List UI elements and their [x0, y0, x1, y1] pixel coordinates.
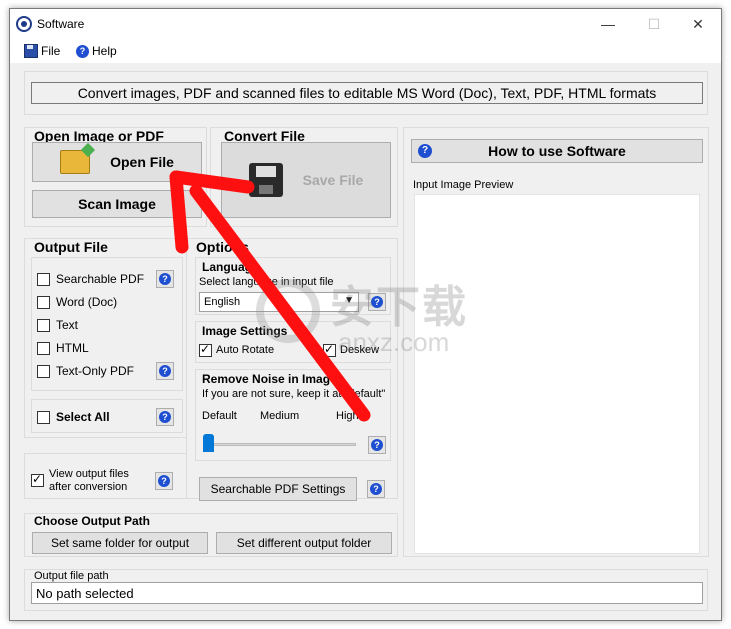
help-icon: ?	[158, 475, 170, 487]
html-checkbox[interactable]	[37, 342, 50, 355]
text-only-pdf-help-button[interactable]: ?	[156, 362, 174, 380]
save-file-button[interactable]: Save File	[221, 142, 391, 218]
help-icon: ?	[371, 439, 383, 451]
image-preview-area	[414, 194, 700, 554]
searchable-pdf-settings-button[interactable]: Searchable PDF Settings	[199, 477, 357, 501]
maximize-button[interactable]: ☐	[631, 9, 677, 39]
noise-hint: If you are not sure, keep it at "default…	[202, 388, 386, 400]
text-only-pdf-checkbox[interactable]	[37, 365, 50, 378]
save-file-label: Save File	[302, 172, 364, 188]
html-label: HTML	[56, 341, 89, 355]
app-window: Software — ☐ ✕ File ? Help Convert image…	[9, 8, 722, 621]
open-file-button[interactable]: Open File	[32, 142, 202, 182]
noise-default-label: Default	[202, 410, 237, 422]
view-output-line2: after conversion	[49, 481, 128, 493]
language-select[interactable]: English ▼	[199, 292, 359, 312]
menu-help-label: Help	[92, 44, 117, 58]
noise-high-label: High	[336, 410, 359, 422]
help-icon: ?	[76, 44, 89, 58]
output-path-title: Choose Output Path	[34, 514, 150, 528]
deskew-label: Deskew	[340, 344, 380, 356]
output-path-group: Choose Output Path Set same folder for o…	[24, 513, 398, 557]
pdf-settings-help-button[interactable]: ?	[367, 480, 385, 498]
language-title: Language	[202, 260, 259, 274]
file-path-field[interactable]: No path selected	[31, 582, 703, 604]
word-doc-checkbox[interactable]	[37, 296, 50, 309]
output-file-group: Output File Searchable PDF ? Word (Doc) …	[24, 238, 188, 438]
view-output-help-button[interactable]: ?	[155, 472, 173, 490]
view-output-label: View output files after conversion	[49, 468, 129, 494]
text-label: Text	[56, 318, 79, 332]
file-path-group: Output file path No path selected	[24, 569, 708, 611]
word-doc-label: Word (Doc)	[56, 295, 118, 309]
noise-help-button[interactable]: ?	[368, 436, 386, 454]
select-all-checkbox[interactable]	[37, 411, 50, 424]
searchable-pdf-checkbox[interactable]	[37, 273, 50, 286]
help-icon: ?	[371, 296, 383, 308]
banner-text: Convert images, PDF and scanned files to…	[31, 82, 703, 104]
chevron-down-icon: ▼	[344, 295, 354, 306]
convert-group: Convert File Save File	[210, 127, 398, 227]
help-icon: ?	[159, 273, 171, 285]
menu-help[interactable]: ? Help	[76, 43, 117, 59]
select-all-box: Select All ?	[31, 399, 183, 433]
auto-rotate-checkbox[interactable]	[199, 342, 212, 357]
searchable-pdf-help-button[interactable]: ?	[156, 270, 174, 288]
window-title: Software	[37, 17, 85, 31]
language-help-button[interactable]: ?	[368, 293, 386, 311]
options-title: Options	[196, 239, 249, 255]
select-all-help-button[interactable]: ?	[156, 408, 174, 426]
file-path-value: No path selected	[36, 586, 134, 601]
help-icon: ?	[159, 365, 171, 377]
preview-title: Input Image Preview	[413, 179, 514, 191]
searchable-pdf-label: Searchable PDF	[56, 272, 145, 286]
minimize-button[interactable]: —	[585, 9, 631, 39]
title-bar: Software — ☐ ✕	[10, 9, 721, 39]
noise-slider-track	[208, 443, 356, 446]
language-box: Language Select language in input file E…	[195, 257, 391, 315]
noise-medium-label: Medium	[260, 410, 300, 422]
noise-slider-thumb[interactable]	[203, 434, 214, 452]
view-output-checkbox[interactable]	[31, 472, 44, 487]
help-icon: ?	[418, 144, 432, 158]
different-folder-button[interactable]: Set different output folder	[216, 532, 392, 554]
help-icon: ?	[159, 411, 171, 423]
help-icon: ?	[370, 483, 382, 495]
save-icon	[248, 163, 283, 197]
app-icon	[16, 16, 32, 32]
close-button[interactable]: ✕	[675, 9, 721, 39]
how-to-button[interactable]: ? How to use Software	[411, 139, 703, 163]
menu-bar: File ? Help	[10, 39, 721, 63]
options-group: Options Language Select language in inpu…	[186, 238, 398, 501]
menu-file[interactable]: File	[24, 43, 60, 59]
image-settings-box: Image Settings Auto Rotate Deskew	[195, 321, 391, 363]
output-file-title: Output File	[34, 239, 108, 255]
open-file-label: Open File	[110, 154, 174, 170]
menu-file-label: File	[41, 44, 61, 58]
scan-image-button[interactable]: Scan Image	[32, 190, 202, 218]
output-format-box: Searchable PDF ? Word (Doc) Text HTML Te…	[31, 257, 183, 391]
select-all-label: Select All	[56, 410, 110, 424]
auto-rotate-label: Auto Rotate	[216, 344, 275, 356]
same-folder-button[interactable]: Set same folder for output	[32, 532, 208, 554]
file-path-title: Output file path	[34, 570, 109, 582]
open-group: Open Image or PDF Open File Scan Image	[24, 127, 207, 227]
deskew-checkbox[interactable]	[323, 342, 336, 357]
noise-box: Remove Noise in Image If you are not sur…	[195, 369, 391, 461]
text-checkbox[interactable]	[37, 319, 50, 332]
language-hint: Select language in input file	[199, 276, 334, 288]
folder-icon	[60, 142, 96, 174]
preview-group: ? How to use Software Input Image Previe…	[403, 127, 709, 557]
language-value: English	[204, 296, 241, 308]
banner-group: Convert images, PDF and scanned files to…	[24, 71, 708, 115]
view-output-group: View output files after conversion ?	[24, 453, 188, 499]
image-settings-title: Image Settings	[202, 324, 288, 338]
floppy-icon	[24, 44, 38, 58]
text-only-pdf-label: Text-Only PDF	[56, 364, 135, 378]
how-to-label: How to use Software	[488, 143, 626, 159]
noise-title: Remove Noise in Image	[202, 372, 337, 386]
view-output-line1: View output files	[49, 468, 129, 480]
